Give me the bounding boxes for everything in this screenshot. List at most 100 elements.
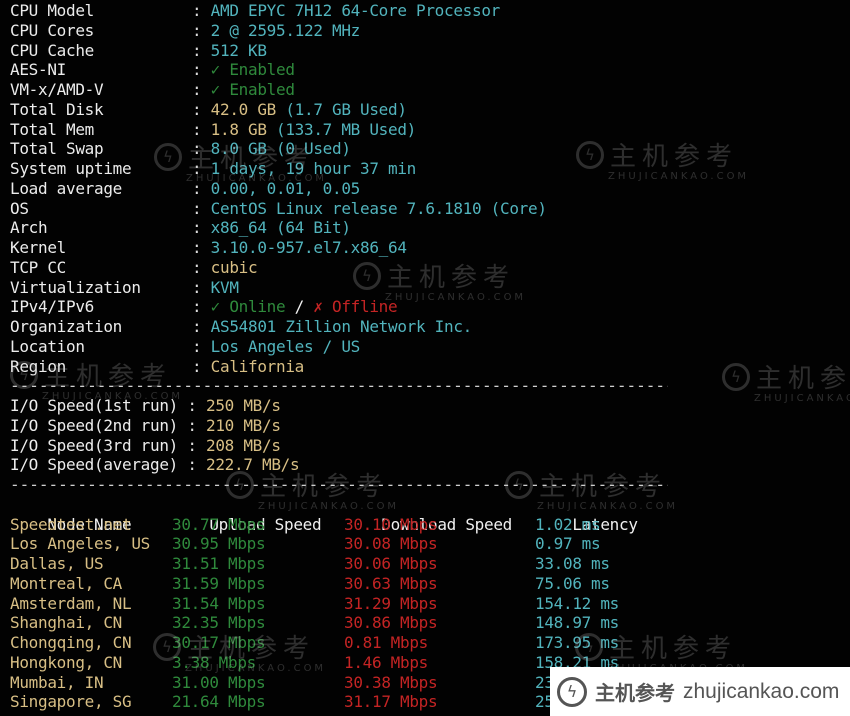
info-value: 512 KB bbox=[210, 40, 267, 60]
info-row: TCP CC: cubic bbox=[10, 258, 850, 278]
node-name: Los Angeles, US bbox=[10, 534, 150, 554]
colon-separator: : bbox=[192, 178, 211, 198]
info-value: (133.7 MB Used) bbox=[266, 119, 416, 139]
colon-separator: : bbox=[192, 257, 211, 277]
upload-speed: 30.17 Mbps bbox=[172, 633, 266, 652]
info-label: CPU Cores bbox=[10, 20, 94, 40]
info-label: System uptime bbox=[10, 159, 132, 178]
info-label: VM-x/AMD-V bbox=[10, 80, 104, 99]
info-row: AES-NI: ✓ Enabled bbox=[10, 60, 850, 80]
colon-separator: : bbox=[192, 277, 211, 297]
info-label: Kernel bbox=[10, 238, 66, 257]
info-label: Region bbox=[10, 356, 66, 376]
colon-separator: : bbox=[192, 119, 211, 139]
download-speed: 1.46 Mbps bbox=[344, 652, 428, 672]
colon-separator: : bbox=[187, 435, 206, 455]
colon-separator: : bbox=[192, 20, 211, 40]
node-name: Chongqing, CN bbox=[10, 633, 132, 652]
info-label: Load average bbox=[10, 178, 122, 198]
latency: 148.97 ms bbox=[535, 613, 619, 633]
colon-separator: : bbox=[192, 60, 211, 80]
info-value: ✓ Enabled bbox=[210, 60, 295, 80]
upload-speed: 31.59 Mbps bbox=[172, 573, 266, 593]
info-row: Total Disk: 42.0 GB (1.7 GB Used) bbox=[10, 100, 850, 120]
io-speed-value: 210 MB/s bbox=[206, 415, 281, 435]
info-label: CPU Model bbox=[10, 1, 94, 20]
info-row: Virtualization: KVM bbox=[10, 278, 850, 298]
node-name: Singapore, SG bbox=[10, 692, 132, 712]
info-label: Total Swap bbox=[10, 139, 104, 159]
download-speed: 30.63 Mbps bbox=[344, 573, 438, 593]
info-value: 2 @ 2595.122 MHz bbox=[210, 20, 361, 40]
info-row: Location: Los Angeles / US bbox=[10, 337, 850, 357]
banner-title: 主机参考 bbox=[595, 681, 675, 705]
upload-speed: 21.64 Mbps bbox=[172, 692, 266, 712]
upload-speed: 30.95 Mbps bbox=[172, 534, 266, 554]
colon-separator: : bbox=[192, 336, 211, 356]
info-row: OS: CentOS Linux release 7.6.1810 (Core) bbox=[10, 199, 850, 219]
upload-speed: 31.00 Mbps bbox=[172, 672, 266, 692]
info-row: Total Mem: 1.8 GB (133.7 MB Used) bbox=[10, 120, 850, 140]
latency: 33.08 ms bbox=[535, 554, 610, 573]
info-label: Location bbox=[10, 336, 85, 356]
info-value: AMD EPYC 7H12 64-Core Processor bbox=[210, 1, 501, 20]
colon-separator: : bbox=[192, 238, 211, 257]
download-speed: 31.29 Mbps bbox=[344, 593, 438, 613]
info-row: Kernel: 3.10.0-957.el7.x86_64 bbox=[10, 238, 850, 258]
speedtest-row: Speedtest.net 30.77 Mbps 30.10 Mbps 1.02 ms bbox=[10, 515, 850, 535]
io-speed-value: 208 MB/s bbox=[206, 435, 281, 455]
colon-separator: : bbox=[192, 317, 211, 336]
info-row: CPU Cache: 512 KB bbox=[10, 41, 850, 61]
speedtest-row: Dallas, US 31.51 Mbps 30.06 Mbps 33.08 ms bbox=[10, 554, 850, 574]
speedtest-row: Chongqing, CN 30.17 Mbps 0.81 Mbps 173.95 m… bbox=[10, 633, 850, 653]
colon-separator: : bbox=[187, 455, 206, 475]
info-value: / bbox=[285, 297, 314, 317]
colon-separator: : bbox=[192, 80, 211, 99]
info-row: Load average: 0.00, 0.01, 0.05 bbox=[10, 179, 850, 199]
io-speed-value: 222.7 MB/s bbox=[206, 455, 300, 475]
info-value: (0 Used) bbox=[266, 139, 351, 159]
info-label: CPU Cache bbox=[10, 40, 94, 60]
colon-separator: : bbox=[192, 297, 211, 317]
node-name: Hongkong, CN bbox=[10, 652, 122, 672]
colon-separator: : bbox=[187, 415, 206, 435]
info-value: 0.00, 0.01, 0.05 bbox=[210, 178, 361, 198]
colon-separator: : bbox=[192, 1, 211, 20]
upload-speed: 31.54 Mbps bbox=[172, 593, 266, 613]
download-speed: 0.81 Mbps bbox=[344, 633, 428, 652]
latency: 0.97 ms bbox=[535, 534, 601, 554]
upload-speed: 3.38 Mbps bbox=[172, 652, 256, 672]
info-row: CPU Model: AMD EPYC 7H12 64-Core Process… bbox=[10, 1, 850, 21]
upload-speed: 30.77 Mbps bbox=[172, 514, 266, 534]
info-row: Organization: AS54801 Zillion Network In… bbox=[10, 317, 850, 337]
banner-domain: zhujicankao.com bbox=[683, 679, 840, 703]
info-value: ✗ Offline bbox=[313, 297, 398, 317]
io-speed-row: I/O Speed(1st run) : 250 MB/s bbox=[10, 396, 850, 416]
info-label: Total Mem bbox=[10, 119, 94, 139]
colon-separator: : bbox=[192, 139, 211, 159]
speedtest-row: Shanghai, CN 32.35 Mbps 30.86 Mbps 148.97 m… bbox=[10, 613, 850, 633]
latency: 75.06 ms bbox=[535, 573, 610, 593]
site-banner: ϟ 主机参考 zhujicankao.com bbox=[550, 667, 850, 716]
latency: 154.12 ms bbox=[535, 593, 619, 613]
info-label: AES-NI bbox=[10, 60, 66, 80]
node-name: Montreal, CA bbox=[10, 573, 122, 593]
info-label: IPv4/IPv6 bbox=[10, 297, 94, 317]
info-row: System uptime: 1 days, 19 hour 37 min bbox=[10, 159, 850, 179]
system-info-section: CPU Model: AMD EPYC 7H12 64-Core Process… bbox=[10, 1, 850, 376]
upload-speed: 32.35 Mbps bbox=[172, 613, 266, 633]
latency: 173.95 ms bbox=[535, 633, 619, 652]
info-value: Los Angeles / US bbox=[210, 336, 361, 356]
io-speed-label: I/O Speed(2nd run) bbox=[10, 415, 188, 435]
info-row: CPU Cores: 2 @ 2595.122 MHz bbox=[10, 21, 850, 41]
download-speed: 30.86 Mbps bbox=[344, 613, 438, 633]
speedtest-row: Amsterdam, NL 31.54 Mbps 31.29 Mbps 154.12 … bbox=[10, 594, 850, 614]
download-speed: 30.38 Mbps bbox=[344, 672, 438, 692]
info-label: Organization bbox=[10, 317, 122, 336]
info-label: Virtualization bbox=[10, 277, 141, 297]
download-speed: 30.06 Mbps bbox=[344, 554, 438, 573]
node-name: Speedtest.net bbox=[10, 514, 132, 534]
info-row: VM-x/AMD-V: ✓ Enabled bbox=[10, 80, 850, 100]
colon-separator: : bbox=[192, 40, 211, 60]
node-name: Mumbai, IN bbox=[10, 672, 104, 692]
